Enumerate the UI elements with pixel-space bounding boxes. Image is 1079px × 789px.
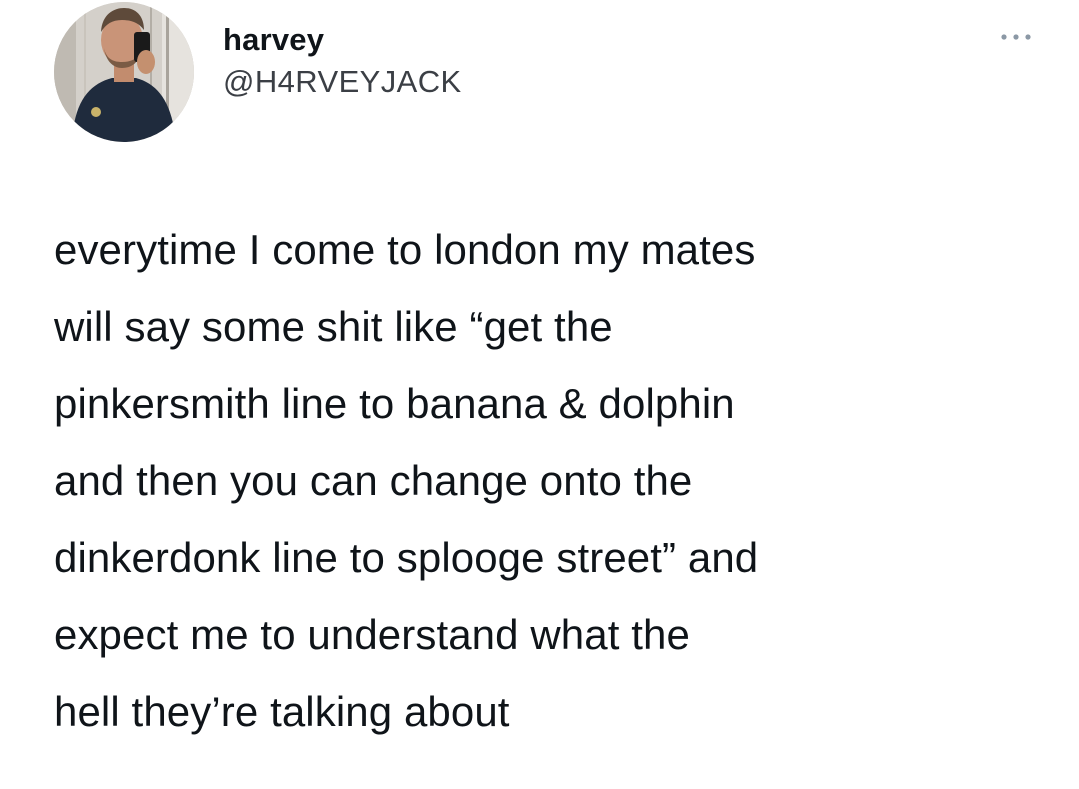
tweet-text-line: dinkerdonk line to splooge street” and bbox=[54, 534, 759, 581]
tweet-text-line: will say some shit like “get the bbox=[54, 303, 613, 350]
more-options-button[interactable] bbox=[992, 22, 1040, 52]
profile-photo-icon bbox=[54, 2, 194, 142]
tweet-text-line: hell they’re talking about bbox=[54, 688, 510, 735]
tweet-header: harvey @H4RVEYJACK bbox=[50, 0, 1050, 145]
tweet-text-line: expect me to understand what the bbox=[54, 611, 690, 658]
author-info: harvey @H4RVEYJACK bbox=[223, 22, 462, 100]
tweet-card: harvey @H4RVEYJACK everytime I come to l… bbox=[0, 0, 1079, 789]
author-display-name[interactable]: harvey bbox=[223, 22, 462, 58]
avatar[interactable] bbox=[54, 2, 194, 142]
tweet-text-line: pinkersmith line to banana & dolphin bbox=[54, 380, 735, 427]
tweet-text-line: everytime I come to london my mates bbox=[54, 226, 756, 273]
tweet-text-line: and then you can change onto the bbox=[54, 457, 693, 504]
more-horizontal-icon bbox=[1001, 34, 1031, 40]
author-handle[interactable]: @H4RVEYJACK bbox=[223, 64, 462, 100]
tweet-body-text: everytime I come to london my mates will… bbox=[54, 211, 1064, 750]
